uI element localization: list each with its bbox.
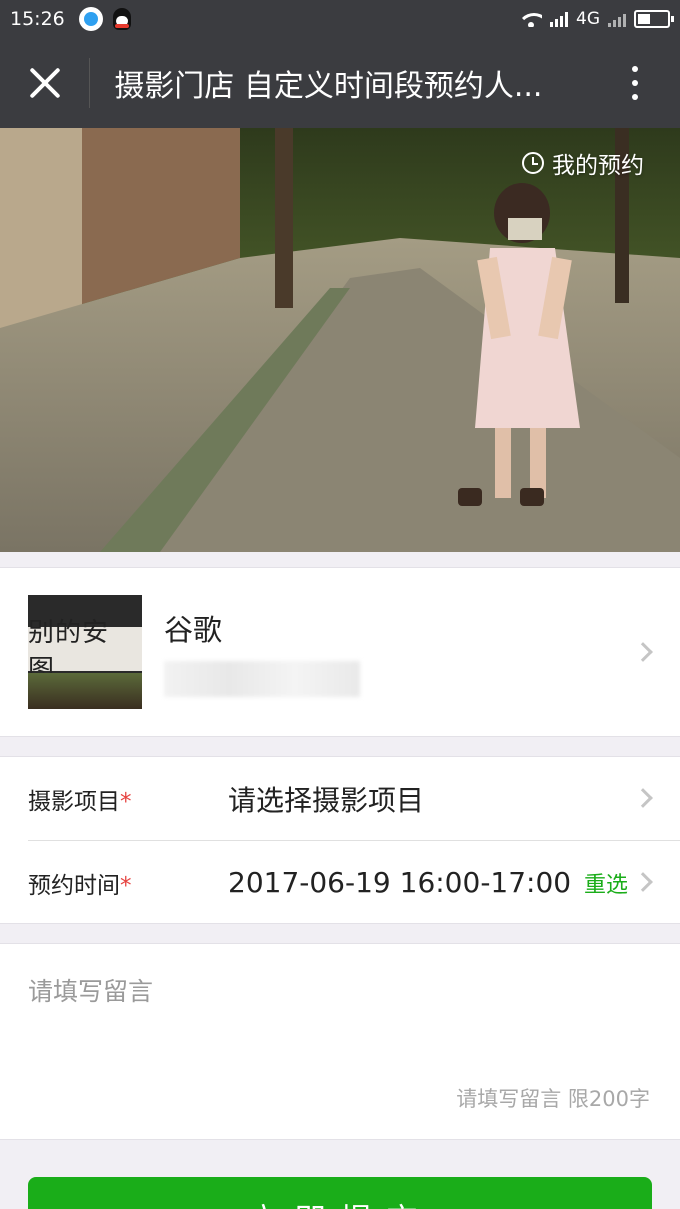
more-button[interactable] — [591, 38, 680, 128]
status-bar: 15:26 4G — [0, 0, 680, 38]
required-mark: * — [120, 788, 132, 815]
banner-photo — [0, 128, 680, 552]
store-address-blurred — [164, 661, 360, 697]
chevron-right-icon — [633, 788, 653, 808]
store-thumb-sign: 别的安 图 — [28, 618, 142, 685]
message-hint: 请填写留言 限200字 — [456, 1087, 650, 1111]
booking-form: 摄影项目* 请选择摄影项目 预约时间* 2017-06-19 16:00-17:… — [0, 756, 680, 924]
project-label: 摄影项目* — [28, 788, 132, 815]
wifi-icon — [520, 11, 542, 27]
battery-icon — [634, 10, 674, 28]
title-bar: 摄影门店 自定义时间段预约人... — [0, 38, 680, 128]
notification-icons — [78, 7, 131, 31]
store-name: 谷歌 — [164, 613, 223, 647]
signal-2-icon — [608, 11, 626, 27]
time-value[interactable]: 2017-06-19 16:00-17:00 — [228, 866, 571, 899]
chevron-right-icon — [633, 642, 653, 662]
browser-notification-icon — [78, 7, 103, 31]
message-input[interactable]: 请填写留言 — [28, 972, 648, 1008]
required-mark: * — [120, 872, 132, 899]
signal-icon — [550, 11, 568, 27]
status-time: 15:26 — [10, 8, 65, 30]
more-vertical-icon — [632, 66, 639, 72]
reselect-button[interactable]: 重选 — [584, 867, 628, 899]
my-booking-link[interactable]: 我的预约 — [522, 146, 644, 180]
my-booking-label: 我的预约 — [552, 153, 644, 179]
status-indicators: 4G — [520, 9, 674, 29]
store-thumbnail: 别的安 图 — [28, 595, 142, 709]
submit-button[interactable]: 立即提交 — [28, 1177, 652, 1209]
project-row[interactable]: 摄影项目* 请选择摄影项目 — [0, 757, 680, 840]
banner-image: 我的预约 — [0, 128, 680, 552]
time-row[interactable]: 预约时间* 2017-06-19 16:00-17:00 重选 — [0, 841, 680, 924]
network-type: 4G — [576, 9, 600, 29]
store-card[interactable]: 别的安 图 谷歌 — [0, 567, 680, 737]
page-title: 摄影门店 自定义时间段预约人... — [114, 69, 543, 104]
store-info: 谷歌 — [164, 607, 360, 697]
message-box[interactable]: 请填写留言 请填写留言 限200字 — [0, 943, 680, 1140]
qq-notification-icon — [112, 8, 131, 30]
close-icon — [29, 67, 61, 99]
close-button[interactable] — [0, 38, 89, 128]
time-label: 预约时间* — [28, 872, 132, 899]
clock-icon — [522, 152, 544, 174]
title-divider — [89, 58, 91, 108]
chevron-right-icon — [633, 872, 653, 892]
project-select[interactable]: 请选择摄影项目 — [228, 779, 424, 819]
